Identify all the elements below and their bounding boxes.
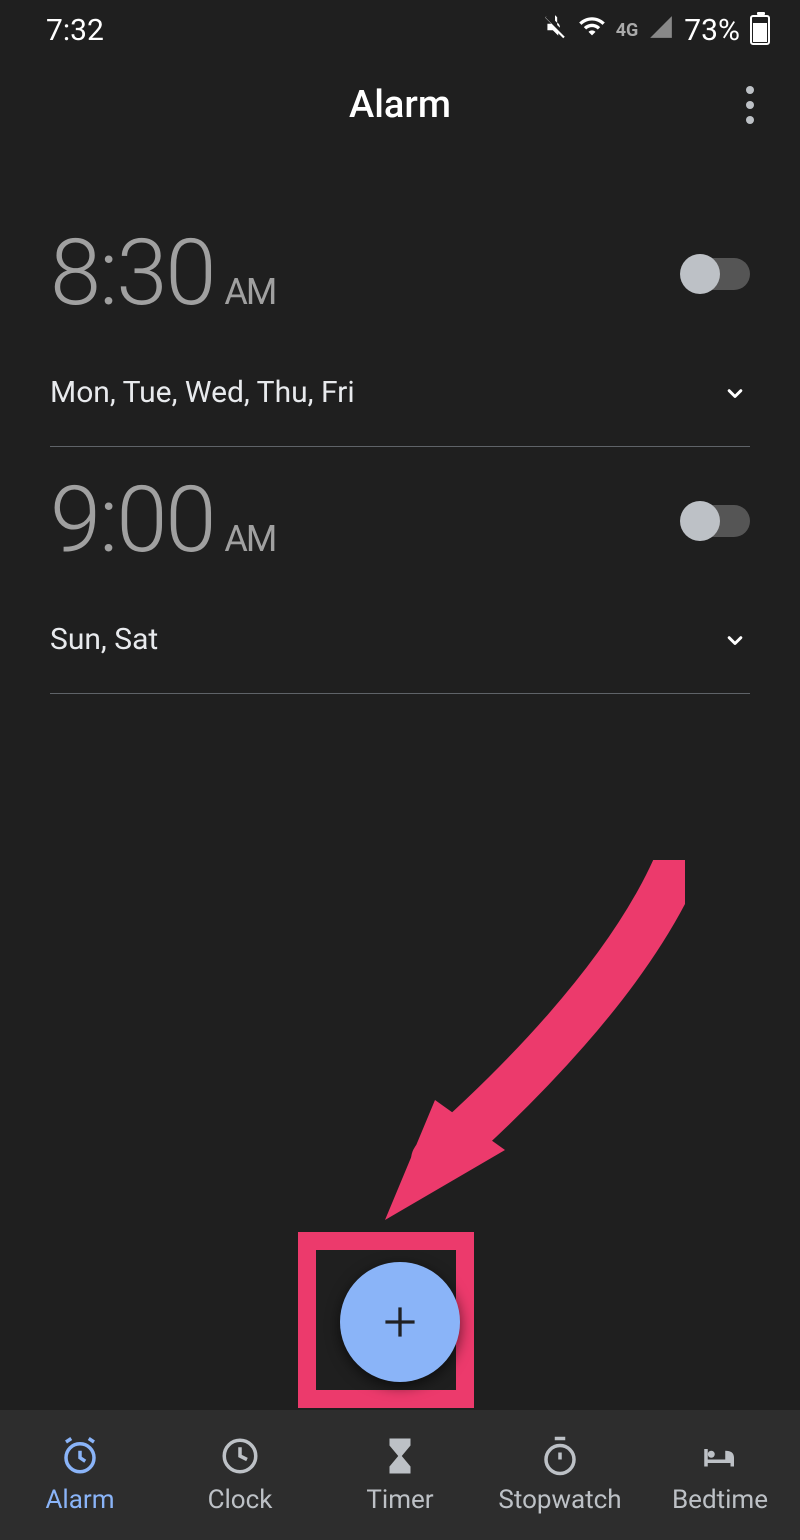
nav-label: Alarm <box>45 1485 114 1515</box>
expand-button[interactable] <box>720 625 750 655</box>
nav-alarm[interactable]: Alarm <box>0 1435 160 1515</box>
mute-icon <box>542 13 568 48</box>
alarm-toggle[interactable] <box>684 505 750 537</box>
app-header: Alarm <box>0 60 800 150</box>
clock-icon <box>219 1435 261 1477</box>
stopwatch-icon <box>539 1435 581 1477</box>
wifi-icon <box>578 12 606 48</box>
alarm-days: Sun, Sat <box>50 622 158 657</box>
expand-button[interactable] <box>720 378 750 408</box>
annotation-arrow <box>365 860 685 1240</box>
more-options-button[interactable] <box>730 85 770 125</box>
alarm-time: 9:00 <box>50 467 214 574</box>
nav-label: Stopwatch <box>498 1485 621 1515</box>
nav-timer[interactable]: Timer <box>320 1435 480 1515</box>
add-alarm-button[interactable] <box>340 1262 460 1382</box>
status-bar: 7:32 4G 73% <box>0 0 800 60</box>
status-right: 4G 73% <box>542 12 770 48</box>
nav-label: Timer <box>366 1485 433 1515</box>
battery-percent: 73% <box>684 13 740 48</box>
network-label: 4G <box>616 20 639 41</box>
nav-stopwatch[interactable]: Stopwatch <box>480 1435 640 1515</box>
alarm-icon <box>59 1435 101 1477</box>
chevron-down-icon <box>721 379 749 407</box>
nav-clock[interactable]: Clock <box>160 1435 320 1515</box>
alarm-ampm: AM <box>224 518 275 560</box>
chevron-down-icon <box>721 626 749 654</box>
page-title: Alarm <box>349 83 451 127</box>
alarm-days: Mon, Tue, Wed, Thu, Fri <box>50 375 355 410</box>
alarm-time: 8:30 <box>50 220 214 327</box>
nav-label: Bedtime <box>672 1485 768 1515</box>
alarm-item[interactable]: 8:30AM Mon, Tue, Wed, Thu, Fri <box>50 200 750 447</box>
battery-icon <box>750 15 770 45</box>
bottom-nav: Alarm Clock Timer Stopwatch Bedtime <box>0 1410 800 1540</box>
alarm-ampm: AM <box>224 271 275 313</box>
signal-icon <box>648 13 674 48</box>
more-vert-icon <box>746 86 754 94</box>
alarm-list: 8:30AM Mon, Tue, Wed, Thu, Fri 9:00AM Su… <box>0 150 800 694</box>
plus-icon <box>375 1297 425 1347</box>
status-time: 7:32 <box>46 13 104 48</box>
nav-label: Clock <box>208 1485 273 1515</box>
nav-bedtime[interactable]: Bedtime <box>640 1435 800 1515</box>
alarm-toggle[interactable] <box>684 258 750 290</box>
hourglass-icon <box>379 1435 421 1477</box>
bed-icon <box>699 1435 741 1477</box>
alarm-item[interactable]: 9:00AM Sun, Sat <box>50 447 750 694</box>
